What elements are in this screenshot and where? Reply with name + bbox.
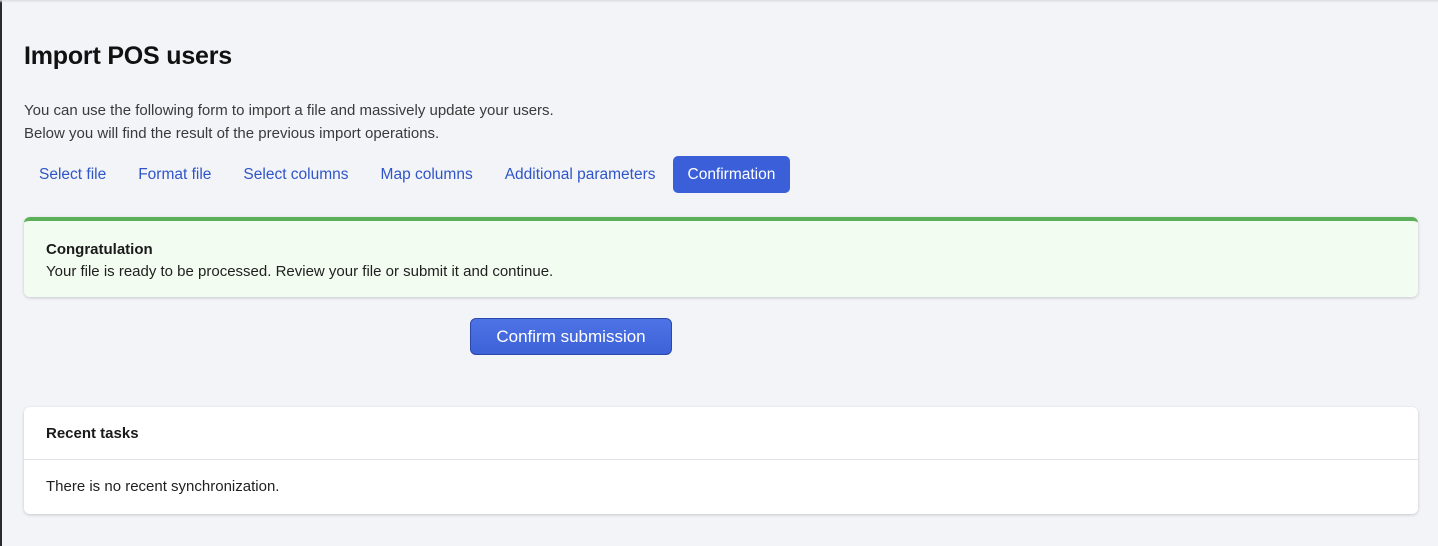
alert-message: Your file is ready to be processed. Revi… [46,263,554,280]
step-select-columns[interactable]: Select columns [228,156,363,193]
success-alert: Congratulation Your file is ready to be … [24,217,1418,297]
step-select-file[interactable]: Select file [24,156,121,193]
wizard-steps: Select file Format file Select columns M… [24,156,792,193]
step-confirmation[interactable]: Confirmation [672,156,791,193]
alert-title: Congratulation [46,241,153,258]
top-shadow [0,0,1438,3]
step-additional-parameters[interactable]: Additional parameters [490,156,671,193]
recent-tasks-card: Recent tasks There is no recent synchron… [24,407,1418,514]
intro-line: Below you will find the result of the pr… [24,125,440,142]
step-format-file[interactable]: Format file [123,156,226,193]
page-intro: You can use the following form to import… [24,99,554,145]
window-edge [0,0,2,546]
step-map-columns[interactable]: Map columns [366,156,488,193]
page-title: Import POS users [24,42,232,70]
recent-tasks-title: Recent tasks [24,407,1418,460]
confirm-submission-button[interactable]: Confirm submission [470,318,672,355]
recent-tasks-empty-message: There is no recent synchronization. [46,478,280,495]
intro-line: You can use the following form to import… [24,102,554,119]
